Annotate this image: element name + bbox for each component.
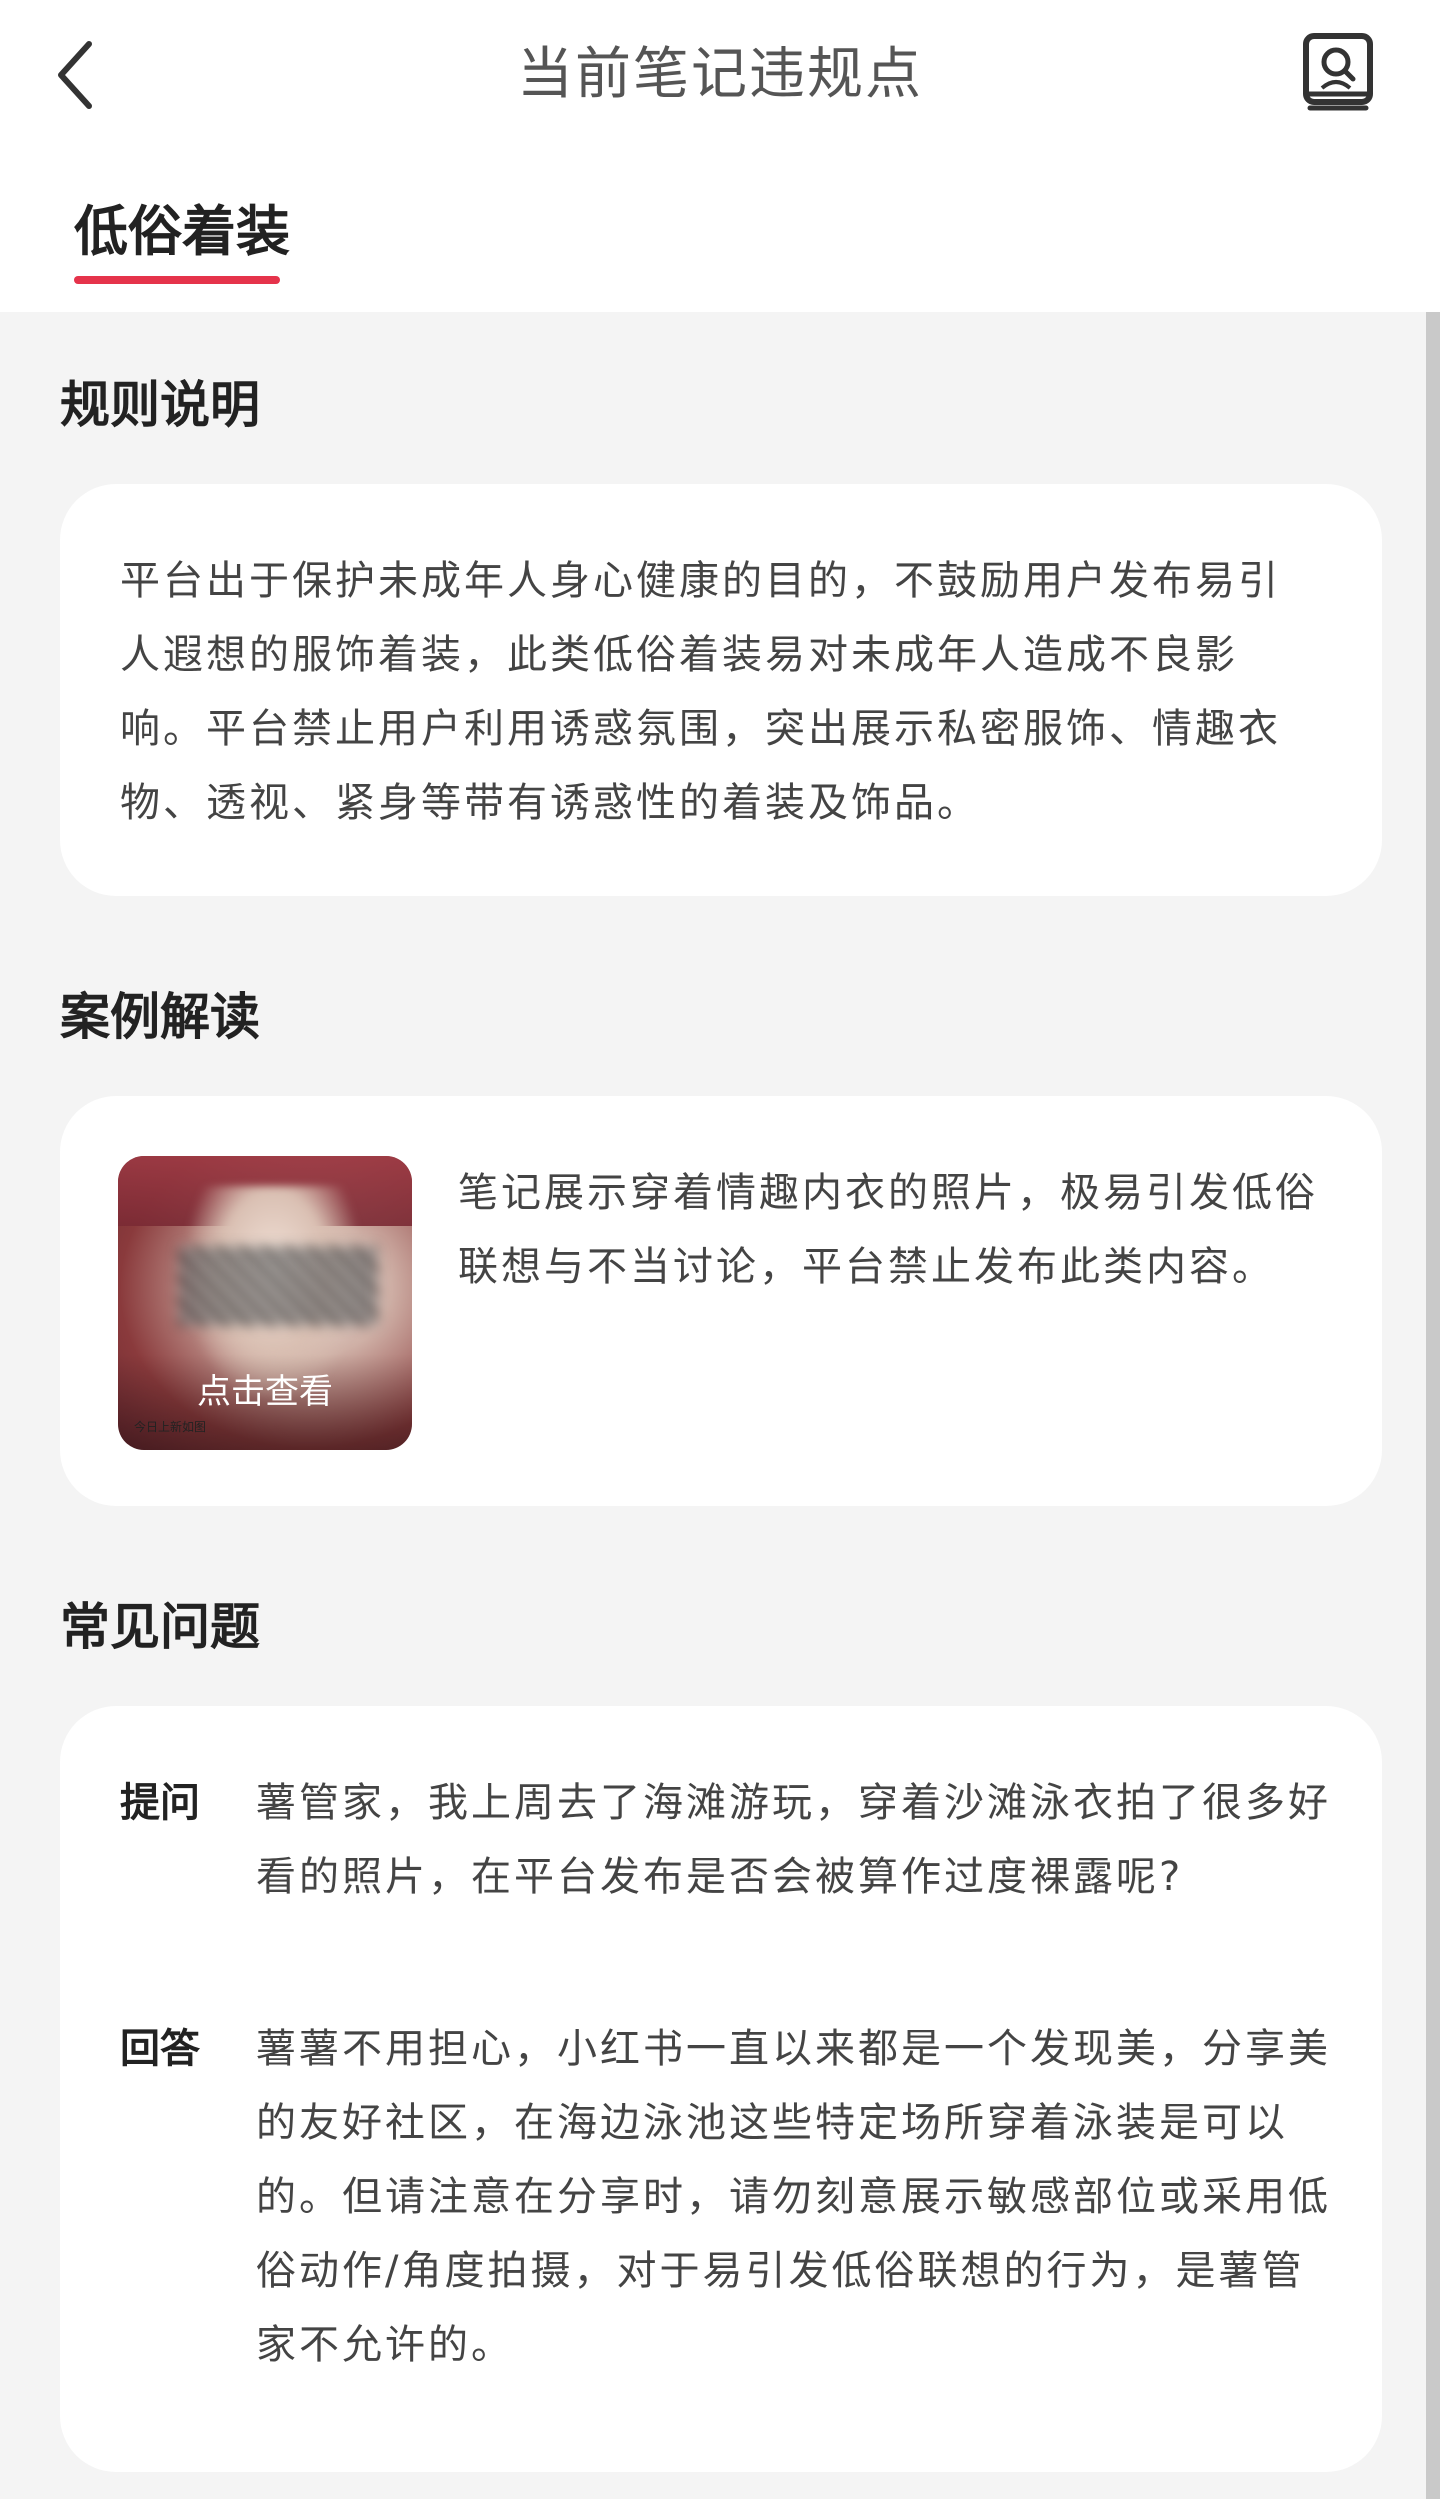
scrollbar[interactable] (1426, 312, 1440, 2499)
case-thumbnail[interactable]: 点击查看 今日上新如图 (118, 1156, 412, 1450)
thumbnail-caption: 今日上新如图 (134, 1420, 207, 1434)
tab-vulgar-attire[interactable]: 低俗着装 (74, 196, 290, 268)
rules-card: 平台出于保护未成年人身心健康的目的，不鼓励用户发布易引人遐想的服饰着装，此类低俗… (60, 484, 1382, 896)
search-book-icon (1303, 33, 1373, 111)
faq-section-title: 常见问题 (60, 1598, 260, 1656)
view-label: 点击查看 (197, 1372, 333, 1412)
case-section-title: 案例解读 (60, 988, 260, 1046)
top-bar: 当前笔记违规点 低俗着装 (0, 0, 1440, 312)
answer-text: 薯薯不用担心，小红书一直以来都是一个发现美，分享美的友好社区，在海边泳池这些特定… (256, 2026, 1331, 2368)
case-text: 笔记展示穿着情趣内衣的照片，极易引发低俗联想与不当讨论，平台禁止发布此类内容。 (458, 1170, 1318, 1290)
faq-question-row: 提问 薯管家，我上周去了海滩游玩，穿着沙滩泳衣拍了很多好看的照片，在平台发布是否… (120, 1766, 1350, 1988)
faq-card: 提问 薯管家，我上周去了海滩游玩，穿着沙滩泳衣拍了很多好看的照片，在平台发布是否… (60, 1706, 1382, 2472)
guide-button[interactable] (1300, 32, 1378, 114)
answer-tag: 回答 (120, 2026, 200, 2072)
faq-answer-row: 回答 薯薯不用担心，小红书一直以来都是一个发现美，分享美的友好社区，在海边泳池这… (120, 2012, 1350, 2382)
rules-section-title: 规则说明 (60, 376, 260, 434)
rules-text: 平台出于保护未成年人身心健康的目的，不鼓励用户发布易引人遐想的服饰着装，此类低俗… (120, 558, 1281, 826)
thumbnail-mosaic (178, 1246, 378, 1326)
page-title: 当前笔记违规点 (517, 42, 923, 107)
question-tag: 提问 (120, 1780, 200, 1826)
case-card: 点击查看 今日上新如图 笔记展示穿着情趣内衣的照片，极易引发低俗联想与不当讨论，… (60, 1096, 1382, 1506)
question-text: 薯管家，我上周去了海滩游玩，穿着沙滩泳衣拍了很多好看的照片，在平台发布是否会被算… (256, 1780, 1331, 1900)
tab-active-indicator (74, 276, 280, 284)
